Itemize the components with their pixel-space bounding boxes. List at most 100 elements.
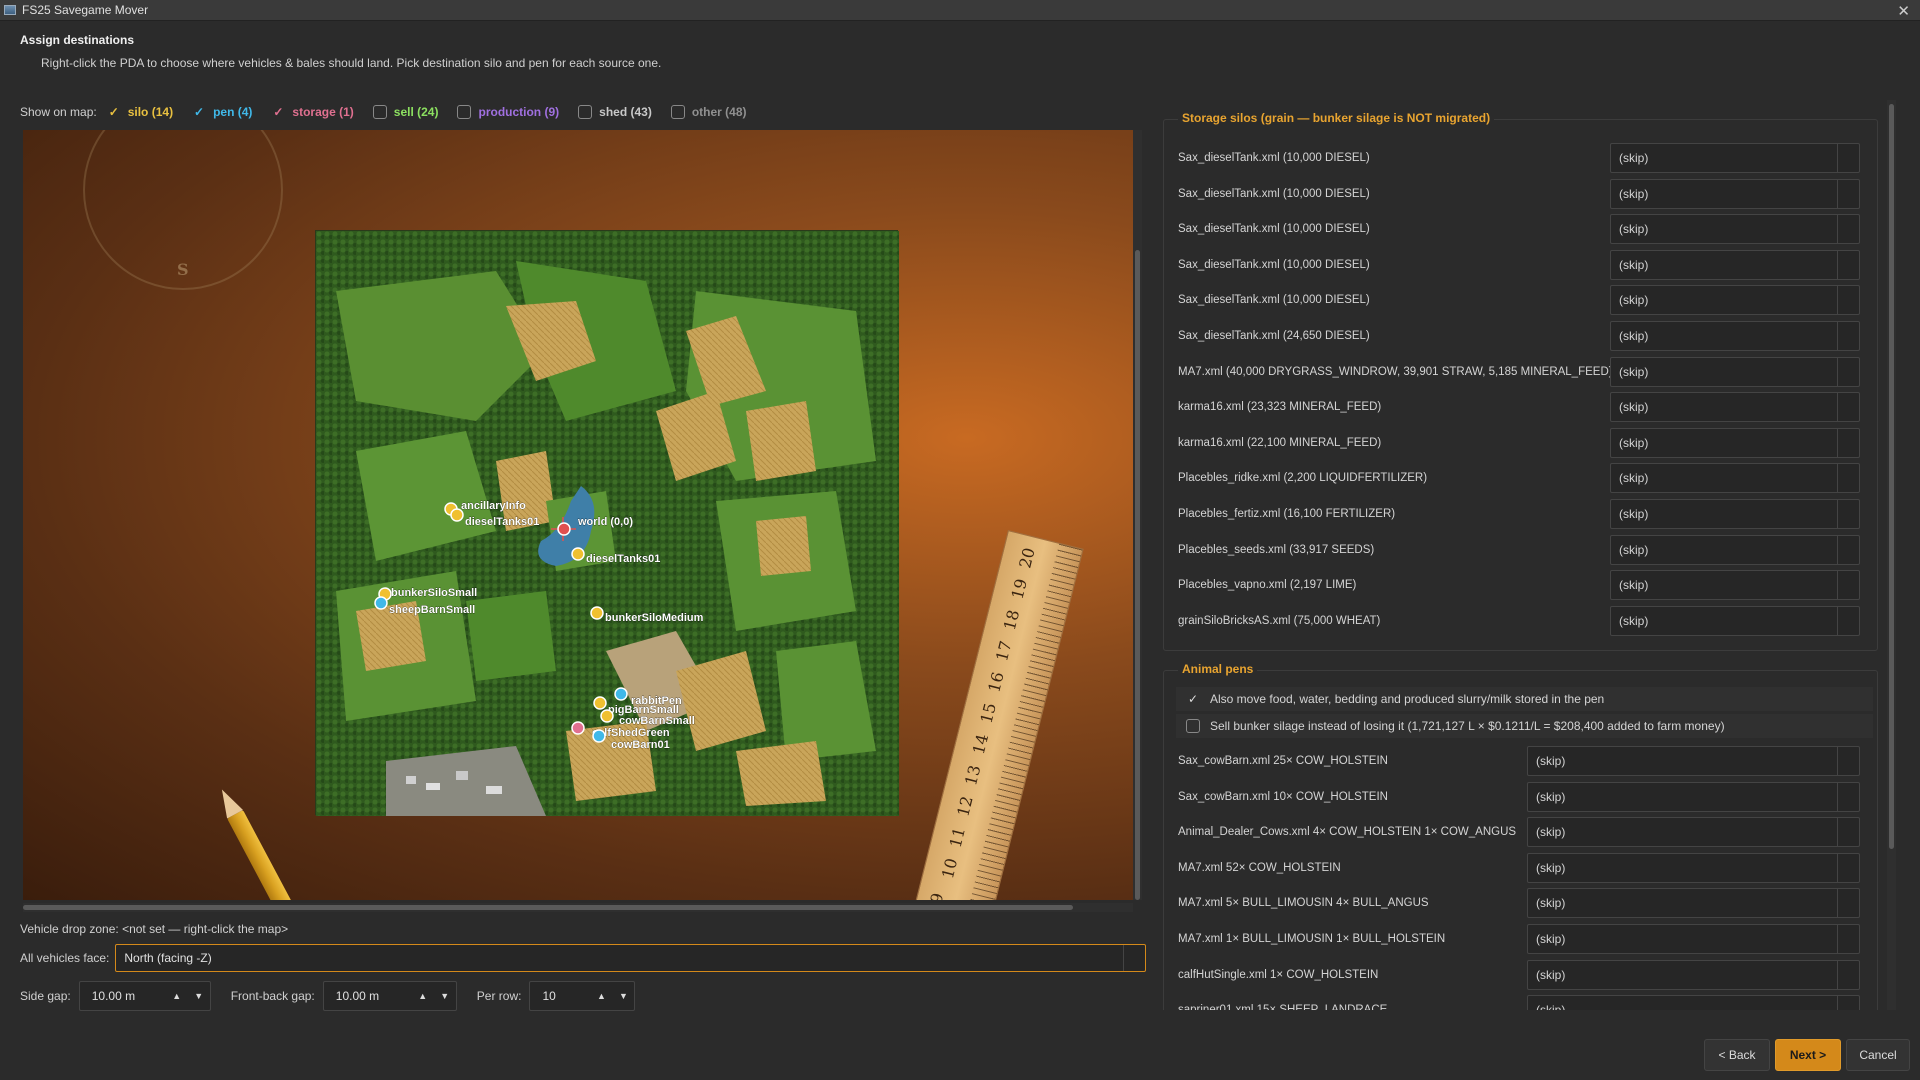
chevron-down-icon[interactable] — [1837, 853, 1859, 882]
chevron-down-icon[interactable] — [1837, 144, 1859, 172]
chevron-down-icon[interactable] — [1837, 250, 1859, 279]
pen-destination-select[interactable]: (skip) — [1527, 995, 1860, 1010]
panel-vertical-scroll-thumb[interactable] — [1889, 104, 1894, 849]
chevron-down-icon[interactable] — [1837, 535, 1859, 564]
silo-destination-select[interactable]: (skip) — [1610, 570, 1860, 601]
chevron-down-icon[interactable] — [1837, 357, 1859, 386]
chevron-down-icon[interactable] — [1837, 818, 1859, 847]
map-vertical-scroll-thumb[interactable] — [1135, 250, 1140, 900]
chevron-down-icon[interactable] — [1837, 179, 1859, 208]
side-gap-spinbox[interactable]: 10.00 m ▲ ▼ — [78, 981, 211, 1011]
vehicle-facing-select[interactable]: North (facing -Z) — [115, 944, 1147, 972]
silo-destination-select[interactable]: (skip) — [1610, 214, 1860, 245]
pen-destination-select[interactable]: (skip) — [1527, 888, 1860, 919]
back-button[interactable]: < Back — [1704, 1039, 1770, 1071]
map-filter-silo[interactable]: ✓ silo (14) — [107, 105, 173, 119]
map-filter-checkbox[interactable] — [578, 105, 593, 119]
panel-vertical-scrollbar[interactable] — [1887, 100, 1896, 1010]
chevron-down-icon[interactable] — [1837, 428, 1859, 457]
pen-destination-select[interactable]: (skip) — [1527, 852, 1860, 883]
per-row-increment-icon[interactable]: ▲ — [590, 982, 612, 1010]
map-pin[interactable] — [614, 687, 628, 701]
map-vertical-scrollbar[interactable] — [1133, 130, 1142, 900]
silo-destination-select[interactable]: (skip) — [1610, 605, 1860, 636]
map-pin[interactable] — [571, 547, 585, 561]
map-pin[interactable] — [593, 696, 607, 710]
chevron-down-icon[interactable] — [1837, 571, 1859, 600]
map-filter-pen[interactable]: ✓ pen (4) — [192, 105, 252, 119]
silo-destination-select[interactable]: (skip) — [1610, 534, 1860, 565]
map-pin[interactable] — [600, 709, 614, 723]
cancel-button[interactable]: Cancel — [1846, 1039, 1910, 1071]
pen-destination-select[interactable]: (skip) — [1527, 817, 1860, 848]
map-filter-shed[interactable]: shed (43) — [578, 105, 652, 119]
silo-destination-select[interactable]: (skip) — [1610, 285, 1860, 316]
map-view[interactable]: S 201918171615141312111098765 — [23, 130, 1133, 900]
chevron-down-icon[interactable] — [1837, 393, 1859, 422]
silo-destination-select[interactable]: (skip) — [1610, 463, 1860, 494]
chevron-down-icon[interactable] — [1837, 960, 1859, 989]
front-back-gap-spinbox[interactable]: 10.00 m ▲ ▼ — [322, 981, 457, 1011]
chevron-down-icon[interactable] — [1123, 945, 1145, 971]
per-row-spinbox[interactable]: 10 ▲ ▼ — [529, 981, 636, 1011]
map-pin[interactable] — [557, 522, 571, 536]
sell-bunker-silage-option[interactable]: Sell bunker silage instead of losing it … — [1176, 714, 1873, 738]
per-row-decrement-icon[interactable]: ▼ — [612, 982, 634, 1010]
silo-destination-select[interactable]: (skip) — [1610, 321, 1860, 351]
map-pin[interactable] — [590, 606, 604, 620]
chevron-down-icon[interactable] — [1837, 215, 1859, 244]
side-gap-decrement-icon[interactable]: ▼ — [188, 982, 210, 1010]
chevron-down-icon[interactable] — [1837, 747, 1859, 775]
silo-destination-value: (skip) — [1619, 364, 1649, 379]
chevron-down-icon[interactable] — [1837, 500, 1859, 528]
chevron-down-icon[interactable] — [1837, 286, 1859, 315]
chevron-down-icon[interactable] — [1837, 322, 1859, 350]
map-filter-checkbox[interactable] — [457, 105, 472, 119]
silo-destination-select[interactable]: (skip) — [1610, 499, 1860, 529]
map-filter-production[interactable]: production (9) — [457, 105, 559, 119]
next-button[interactable]: Next > — [1775, 1039, 1841, 1071]
map-horizontal-scrollbar[interactable] — [23, 903, 1133, 912]
map-pin[interactable] — [374, 596, 388, 610]
front-back-gap-increment-icon[interactable]: ▲ — [412, 982, 434, 1010]
map-filter-sell[interactable]: sell (24) — [372, 105, 438, 119]
silo-destination-value: (skip) — [1619, 222, 1649, 237]
storage-silos-group: Storage silos (grain — bunker silage is … — [1163, 111, 1878, 651]
map-pin[interactable] — [571, 721, 585, 735]
silo-destination-select[interactable]: (skip) — [1610, 143, 1860, 173]
map-filter-storage[interactable]: ✓ storage (1) — [271, 105, 353, 119]
move-pen-contents-option[interactable]: ✓ Also move food, water, bedding and pro… — [1176, 687, 1873, 711]
map-filter-checkbox[interactable]: ✓ — [271, 105, 285, 119]
sell-bunker-silage-checkbox[interactable] — [1186, 719, 1200, 733]
map-filter-checkbox[interactable]: ✓ — [192, 105, 206, 119]
silo-destination-select[interactable]: (skip) — [1610, 427, 1860, 458]
move-pen-contents-checkbox[interactable]: ✓ — [1186, 692, 1200, 706]
chevron-down-icon[interactable] — [1837, 782, 1859, 811]
pen-destination-select[interactable]: (skip) — [1527, 781, 1860, 812]
map-filter-checkbox[interactable]: ✓ — [107, 105, 121, 119]
silo-destination-select[interactable]: (skip) — [1610, 392, 1860, 423]
map-filter-checkbox[interactable] — [670, 105, 685, 119]
silo-destination-select[interactable]: (skip) — [1610, 178, 1860, 209]
side-gap-increment-icon[interactable]: ▲ — [166, 982, 188, 1010]
map-pin[interactable] — [592, 729, 606, 743]
map-horizontal-scroll-thumb[interactable] — [23, 905, 1073, 910]
silo-destination-select[interactable]: (skip) — [1610, 249, 1860, 280]
pen-destination-select[interactable]: (skip) — [1527, 959, 1860, 990]
close-icon[interactable]: ✕ — [1897, 2, 1910, 20]
map-filter-checkbox[interactable] — [372, 105, 387, 119]
pen-destination-select[interactable]: (skip) — [1527, 746, 1860, 776]
map-pin[interactable] — [450, 508, 464, 522]
destinations-panel[interactable]: Storage silos (grain — bunker silage is … — [1160, 100, 1885, 1010]
chevron-down-icon[interactable] — [1837, 464, 1859, 493]
farm-map[interactable]: ancillaryInfo dieselTanks01 world (0,0) die… — [315, 230, 899, 816]
chevron-down-icon[interactable] — [1837, 925, 1859, 953]
silo-destination-select[interactable]: (skip) — [1610, 356, 1860, 387]
farm-map-image[interactable]: ancillaryInfo dieselTanks01 world (0,0) die… — [316, 231, 899, 816]
chevron-down-icon[interactable] — [1837, 889, 1859, 918]
front-back-gap-decrement-icon[interactable]: ▼ — [434, 982, 456, 1010]
pen-destination-select[interactable]: (skip) — [1527, 924, 1860, 954]
chevron-down-icon[interactable] — [1837, 996, 1859, 1010]
map-filter-other[interactable]: other (48) — [670, 105, 747, 119]
chevron-down-icon[interactable] — [1837, 606, 1859, 635]
